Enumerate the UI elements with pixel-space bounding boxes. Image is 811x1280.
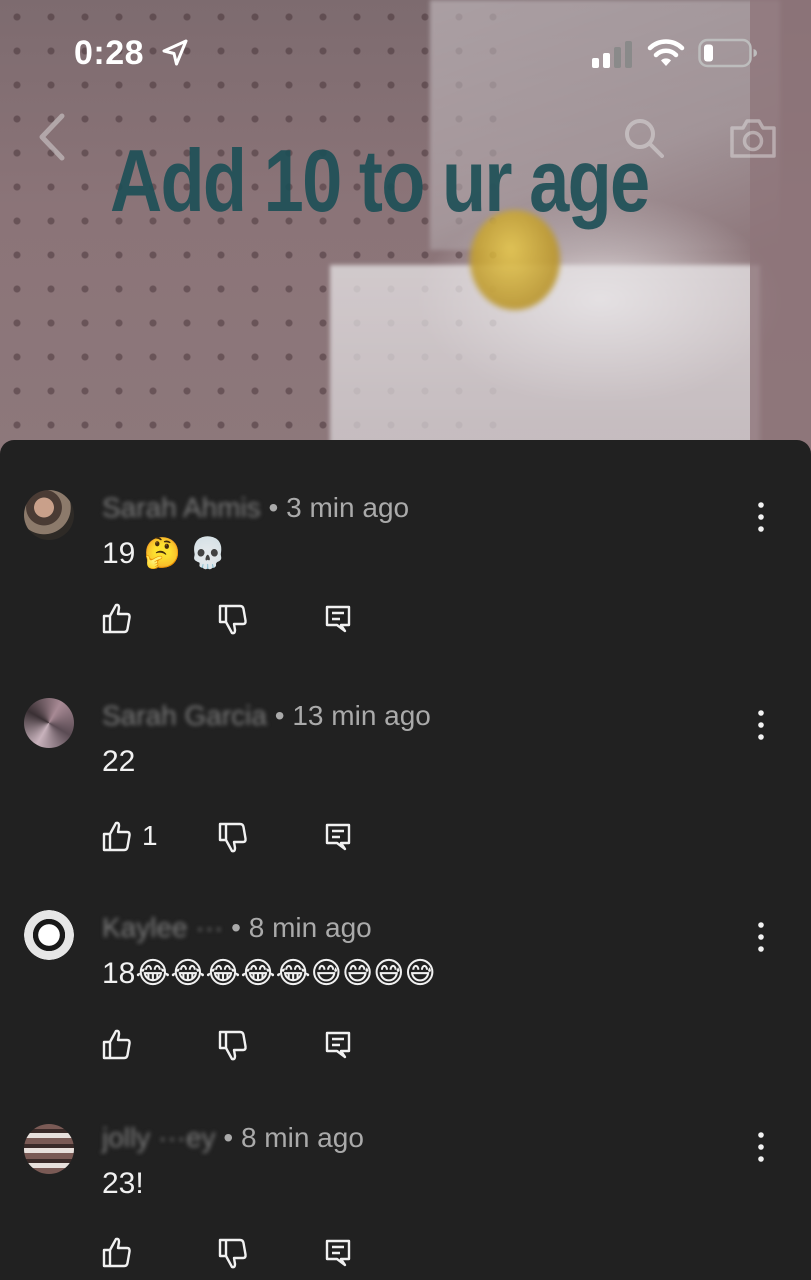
comments-sheet: Sarah Ahmis • 3 min ago 19 🤔 💀 Sarah Gar… [0, 440, 811, 1280]
thumbs-down-icon[interactable] [218, 1238, 248, 1270]
comment-author[interactable]: Sarah Garcia [102, 698, 267, 734]
comment-text: 22 [102, 745, 136, 778]
comment-item: jolly ···ey • 8 min ago 23! [0, 1120, 811, 1280]
reply-icon[interactable] [324, 1030, 352, 1060]
search-icon[interactable] [622, 116, 666, 160]
more-vertical-icon[interactable] [752, 1130, 770, 1164]
more-vertical-icon[interactable] [752, 500, 770, 534]
avatar[interactable] [24, 1124, 74, 1174]
comment-item: Kaylee ··· • 8 min ago 18😂😂😂😂😂😅😅😅😅 [0, 910, 811, 1110]
comment-meta: Sarah Ahmis • 3 min ago [102, 490, 409, 526]
comment-actions [102, 602, 402, 636]
video-overlay-title: Add 10 to ur age [110, 131, 650, 230]
comment-meta: Kaylee ··· • 8 min ago [102, 910, 372, 946]
video-background-edge [750, 0, 811, 460]
cellular-signal-icon [592, 41, 632, 68]
comment-actions [102, 1236, 402, 1270]
comment-meta: Sarah Garcia • 13 min ago [102, 698, 431, 734]
reply-icon[interactable] [324, 604, 352, 634]
reply-icon[interactable] [324, 1238, 352, 1268]
comment-time: 8 min ago [248, 912, 372, 943]
comment-text: 18😂😂😂😂😂😅😅😅😅 [102, 957, 436, 990]
thumbs-down-icon[interactable] [218, 822, 248, 854]
comment-actions [102, 1028, 402, 1062]
comment-author[interactable]: Sarah Ahmis [102, 490, 261, 526]
thumbs-up-icon[interactable] [102, 1236, 132, 1268]
reply-icon[interactable] [324, 822, 352, 852]
location-arrow-icon [162, 39, 188, 66]
thumbs-down-icon[interactable] [218, 1030, 248, 1062]
comment-item: Sarah Ahmis • 3 min ago 19 🤔 💀 [0, 490, 811, 690]
comment-time: 8 min ago [240, 1122, 364, 1153]
more-vertical-icon[interactable] [752, 920, 770, 954]
avatar[interactable] [24, 490, 74, 540]
back-icon[interactable] [32, 112, 72, 162]
more-vertical-icon[interactable] [752, 708, 770, 742]
comment-author[interactable]: jolly ···ey [102, 1120, 216, 1156]
comment-item: Sarah Garcia • 13 min ago 22 1 [0, 698, 811, 898]
wifi-icon [647, 39, 685, 66]
avatar[interactable] [24, 910, 74, 960]
comment-time: 13 min ago [292, 700, 431, 731]
comment-time: 3 min ago [286, 492, 410, 523]
comment-meta: jolly ···ey • 8 min ago [102, 1120, 364, 1156]
thumbs-up-icon[interactable] [102, 1028, 132, 1060]
thumbs-up-icon[interactable] [102, 602, 132, 634]
meta-separator: • [223, 912, 249, 943]
meta-separator: • [215, 1122, 241, 1153]
comment-actions: 1 [102, 820, 402, 854]
like-count: 1 [142, 820, 158, 851]
comment-author[interactable]: Kaylee ··· [102, 910, 223, 946]
meta-separator: • [266, 700, 293, 731]
camera-icon[interactable] [728, 116, 778, 160]
comment-text: 23! [102, 1167, 144, 1200]
comment-text: 19 🤔 💀 [102, 537, 227, 570]
thumbs-down-icon[interactable] [218, 604, 248, 636]
thumbs-up-icon[interactable] [102, 820, 132, 852]
battery-icon [698, 38, 757, 68]
avatar[interactable] [24, 698, 74, 748]
meta-separator: • [260, 492, 287, 523]
status-time: 0:28 [74, 34, 145, 72]
